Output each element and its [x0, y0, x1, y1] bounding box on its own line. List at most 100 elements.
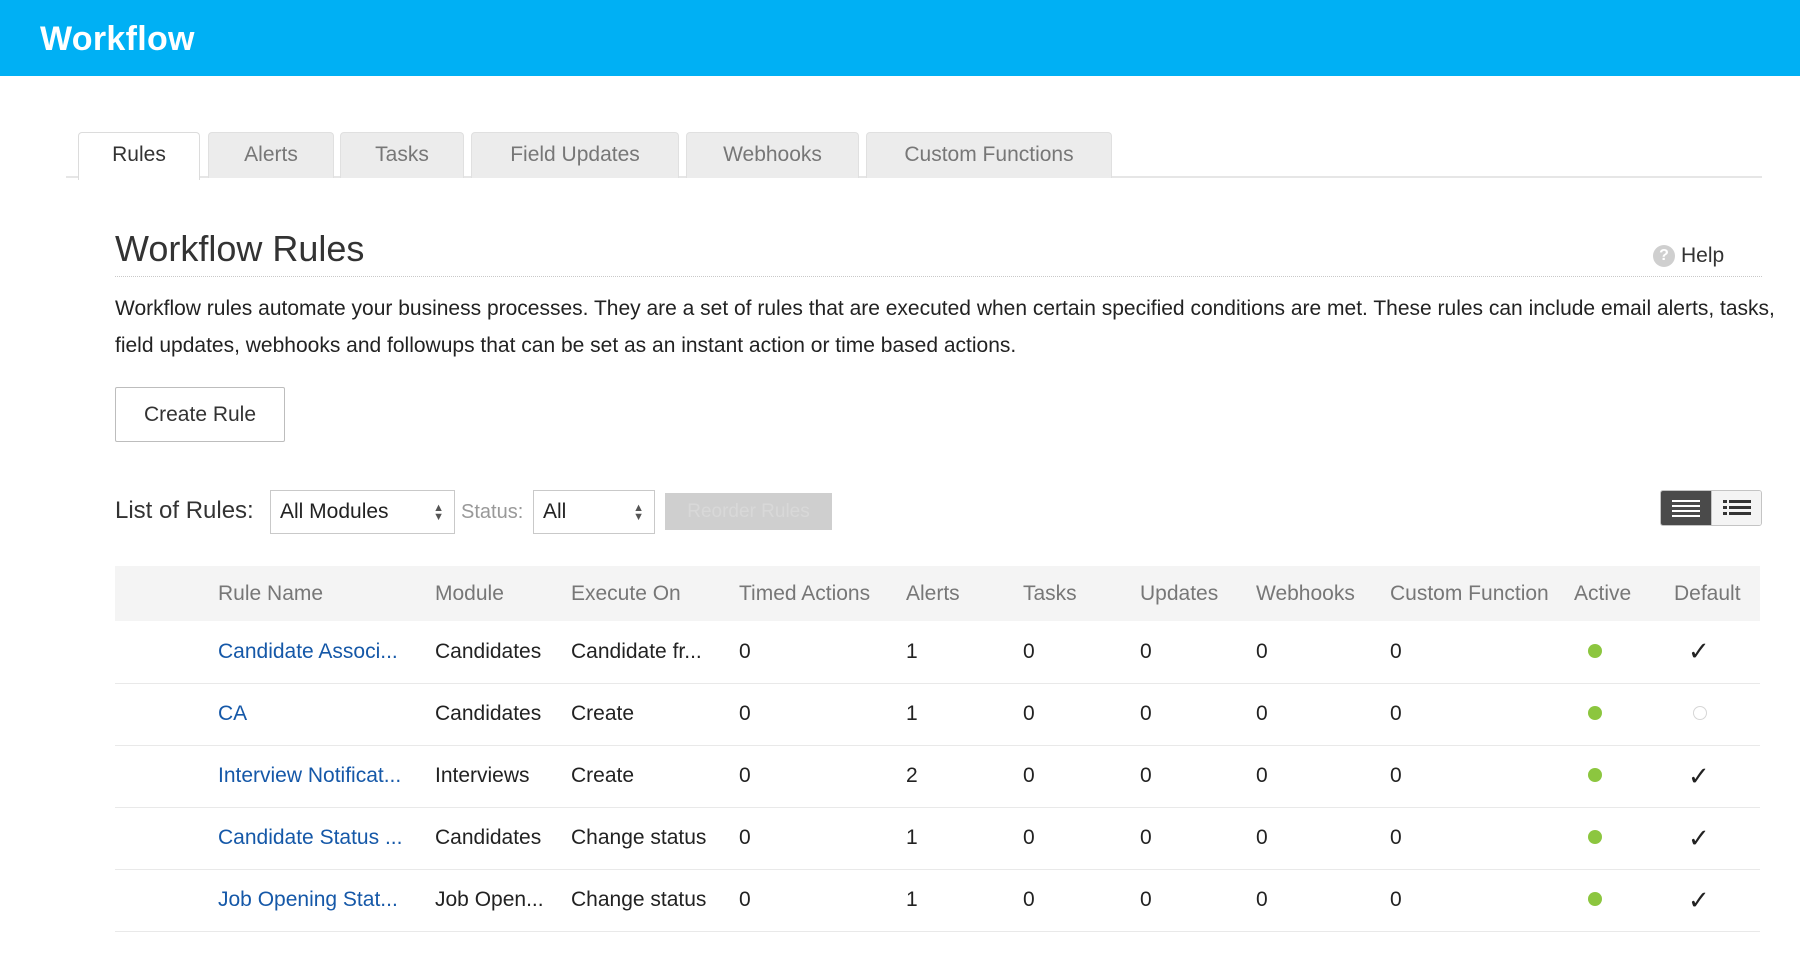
status-label: Status: [461, 501, 524, 523]
column-header-spacer [115, 566, 218, 621]
column-header-webhooks[interactable]: Webhooks [1256, 566, 1390, 621]
tab-alerts[interactable]: Alerts [208, 132, 334, 178]
rule-name-link[interactable]: Job Opening Stat... [218, 888, 398, 911]
cell-execute-on: Candidate fr... [571, 639, 702, 663]
cell-tasks: 0 [1023, 826, 1035, 849]
active-status-icon [1588, 830, 1602, 844]
page-title: Workflow Rules [115, 228, 365, 269]
app-title: Workflow [40, 20, 195, 58]
cell-timed-actions: 0 [739, 826, 751, 849]
detail-view-icon [1722, 500, 1751, 515]
active-status-icon [1588, 892, 1602, 906]
cell-updates: 0 [1140, 826, 1152, 849]
cell-execute-on: Change status [571, 888, 707, 911]
list-view-button[interactable] [1661, 491, 1711, 525]
cell-execute-on: Change status [571, 826, 707, 849]
tab-rules[interactable]: Rules [78, 132, 200, 180]
cell-alerts: 1 [906, 888, 918, 911]
column-header-custom-function[interactable]: Custom Function [1390, 566, 1574, 621]
status-select[interactable]: All ▲ ▼ [533, 490, 655, 534]
help-link[interactable]: ? Help [1653, 243, 1724, 269]
rules-table: Rule Name Module Execute On Timed Action… [115, 566, 1760, 932]
tab-custom-functions[interactable]: Custom Functions [866, 132, 1112, 178]
table-row[interactable]: Job Opening Stat... Job Open... Change s… [115, 869, 1760, 931]
cell-alerts: 2 [906, 764, 918, 787]
column-header-updates[interactable]: Updates [1140, 566, 1256, 621]
tab-tasks[interactable]: Tasks [340, 132, 464, 178]
table-header-row: Rule Name Module Execute On Timed Action… [115, 566, 1760, 621]
cell-webhooks: 0 [1256, 764, 1268, 787]
checkmark-icon: ✓ [1688, 760, 1710, 791]
detail-view-button[interactable] [1711, 491, 1761, 525]
page-description: Workflow rules automate your business pr… [115, 297, 1775, 357]
column-header-timed-actions[interactable]: Timed Actions [739, 566, 906, 621]
cell-custom-function: 0 [1390, 702, 1402, 725]
cell-module: Candidates [435, 826, 542, 849]
tab-webhooks[interactable]: Webhooks [686, 132, 859, 178]
cell-webhooks: 0 [1256, 702, 1268, 725]
active-status-icon [1588, 643, 1602, 658]
title-divider [115, 276, 1762, 277]
cell-tasks: 0 [1023, 764, 1035, 787]
column-header-rule-name[interactable]: Rule Name [218, 566, 435, 621]
cell-timed-actions: 0 [739, 639, 751, 663]
cell-alerts: 1 [906, 702, 918, 725]
active-status-icon [1588, 768, 1602, 782]
cell-timed-actions: 0 [739, 764, 751, 787]
row-spacer [115, 745, 218, 807]
list-view-icon [1672, 500, 1700, 517]
select-arrows-icon: ▲ ▼ [633, 502, 644, 523]
cell-module: Job Open... [435, 888, 544, 911]
tab-bar: Rules Alerts Tasks Field Updates Webhook… [66, 132, 1762, 180]
column-header-active[interactable]: Active [1574, 566, 1674, 621]
table-row[interactable]: Candidate Status ... Candidates Change s… [115, 807, 1760, 869]
cell-custom-function: 0 [1390, 888, 1402, 911]
row-spacer [115, 869, 218, 931]
tab-field-updates[interactable]: Field Updates [471, 132, 679, 178]
table-row[interactable]: Candidate Associ... Candidates Candidate… [115, 621, 1760, 683]
list-of-rules-label: List of Rules: [115, 497, 254, 524]
table-row[interactable]: CA Candidates Create 0 1 0 0 0 0 [115, 683, 1760, 745]
cell-alerts: 1 [906, 639, 918, 663]
cell-custom-function: 0 [1390, 826, 1402, 849]
cell-webhooks: 0 [1256, 639, 1268, 663]
cell-timed-actions: 0 [739, 702, 751, 725]
empty-circle-icon[interactable] [1693, 706, 1707, 720]
rule-name-link[interactable]: Candidate Associ... [218, 640, 398, 663]
rule-name-link[interactable]: CA [218, 702, 247, 725]
cell-timed-actions: 0 [739, 888, 751, 911]
cell-tasks: 0 [1023, 888, 1035, 911]
module-select[interactable]: All Modules ▲ ▼ [270, 490, 455, 534]
module-select-value: All Modules [280, 500, 389, 523]
column-header-default[interactable]: Default [1674, 566, 1760, 621]
cell-tasks: 0 [1023, 639, 1035, 663]
checkmark-icon: ✓ [1688, 822, 1710, 853]
cell-webhooks: 0 [1256, 826, 1268, 849]
cell-execute-on: Create [571, 764, 635, 787]
column-header-execute-on[interactable]: Execute On [571, 566, 739, 621]
table-row[interactable]: Interview Notificat... Interviews Create… [115, 745, 1760, 807]
create-rule-button[interactable]: Create Rule [115, 387, 285, 442]
cell-updates: 0 [1140, 888, 1152, 911]
cell-module: Candidates [435, 702, 542, 725]
column-header-module[interactable]: Module [435, 566, 571, 621]
cell-module: Candidates [435, 639, 542, 663]
help-label: Help [1681, 244, 1725, 267]
rule-name-link[interactable]: Interview Notificat... [218, 764, 401, 787]
reorder-rules-button[interactable]: Reorder Rules [665, 493, 832, 530]
cell-updates: 0 [1140, 764, 1152, 787]
row-spacer [115, 683, 218, 745]
select-arrows-icon: ▲ ▼ [433, 502, 444, 523]
row-spacer [115, 621, 218, 683]
cell-execute-on: Create [571, 702, 635, 725]
cell-tasks: 0 [1023, 702, 1035, 725]
cell-alerts: 1 [906, 826, 918, 849]
cell-webhooks: 0 [1256, 888, 1268, 911]
row-spacer [115, 807, 218, 869]
active-status-icon [1588, 706, 1602, 720]
rule-name-link[interactable]: Candidate Status ... [218, 826, 402, 849]
app-header: Workflow [0, 0, 1800, 76]
help-icon: ? [1653, 245, 1675, 267]
column-header-tasks[interactable]: Tasks [1023, 566, 1140, 621]
column-header-alerts[interactable]: Alerts [906, 566, 1023, 621]
